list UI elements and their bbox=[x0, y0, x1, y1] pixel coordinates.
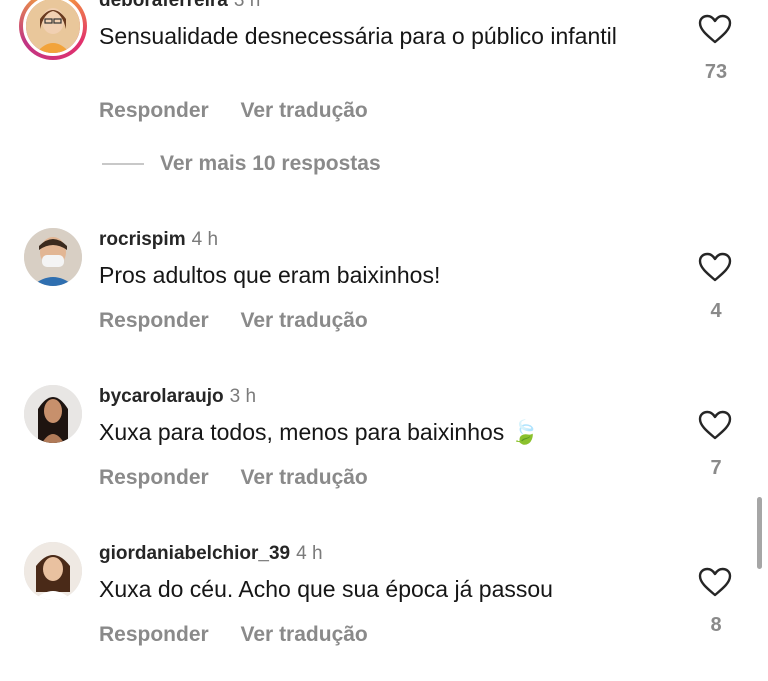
heart-outline-icon[interactable] bbox=[698, 410, 732, 440]
heart-outline-icon[interactable] bbox=[698, 567, 732, 597]
heart-outline-icon[interactable] bbox=[698, 252, 732, 282]
like-count: 4 bbox=[710, 300, 722, 322]
avatar-photo bbox=[24, 228, 82, 286]
comment-text: Sensualidade desnecessária para o públic… bbox=[99, 23, 617, 49]
like-count: 73 bbox=[704, 61, 728, 83]
comment-actions: Responder Ver tradução bbox=[99, 623, 394, 647]
translate-button[interactable]: Ver tradução bbox=[241, 623, 368, 646]
avatar[interactable] bbox=[19, 0, 87, 60]
comment-username[interactable]: bycarolaraujo 3 h bbox=[99, 386, 256, 408]
reply-button[interactable]: Responder bbox=[99, 466, 209, 489]
divider bbox=[102, 163, 144, 166]
avatar[interactable] bbox=[24, 542, 82, 600]
comment-actions: Responder Ver tradução bbox=[99, 466, 394, 490]
comment-text: Xuxa para todos, menos para baixinhos 🍃 bbox=[99, 419, 540, 445]
comment-time: 4 h bbox=[191, 229, 219, 250]
comment-username[interactable]: deboraferreira 3 h bbox=[99, 0, 260, 12]
comment-time: 3 h bbox=[233, 0, 261, 11]
avatar-photo bbox=[24, 542, 82, 600]
view-more-replies[interactable]: Ver mais 10 respostas bbox=[102, 152, 381, 176]
translate-button[interactable]: Ver tradução bbox=[241, 309, 368, 332]
avatar[interactable] bbox=[24, 385, 82, 443]
avatar-photo bbox=[24, 385, 82, 443]
comment-text: Pros adultos que eram baixinhos! bbox=[99, 262, 441, 288]
comment-actions: Responder Ver tradução bbox=[99, 99, 394, 123]
reply-button[interactable]: Responder bbox=[99, 309, 209, 332]
comment-username[interactable]: giordaniabelchior_39 4 h bbox=[99, 543, 323, 565]
comment-time: 3 h bbox=[229, 386, 257, 407]
reply-button[interactable]: Responder bbox=[99, 99, 209, 122]
like-count: 8 bbox=[710, 614, 722, 636]
view-more-replies-label[interactable]: Ver mais 10 respostas bbox=[160, 152, 381, 175]
comment-time: 4 h bbox=[296, 543, 323, 564]
heart-outline-icon[interactable] bbox=[698, 14, 732, 44]
comment-username[interactable]: rocrispim 4 h bbox=[99, 229, 218, 251]
comment-actions: Responder Ver tradução bbox=[99, 309, 394, 333]
avatar[interactable] bbox=[24, 228, 82, 286]
reply-button[interactable]: Responder bbox=[99, 623, 209, 646]
comment-text: Xuxa do céu. Acho que sua época já passo… bbox=[99, 576, 553, 602]
like-count: 7 bbox=[710, 457, 722, 479]
translate-button[interactable]: Ver tradução bbox=[241, 466, 368, 489]
avatar-photo bbox=[23, 0, 83, 56]
translate-button[interactable]: Ver tradução bbox=[241, 99, 368, 122]
scrollbar[interactable] bbox=[757, 497, 762, 569]
